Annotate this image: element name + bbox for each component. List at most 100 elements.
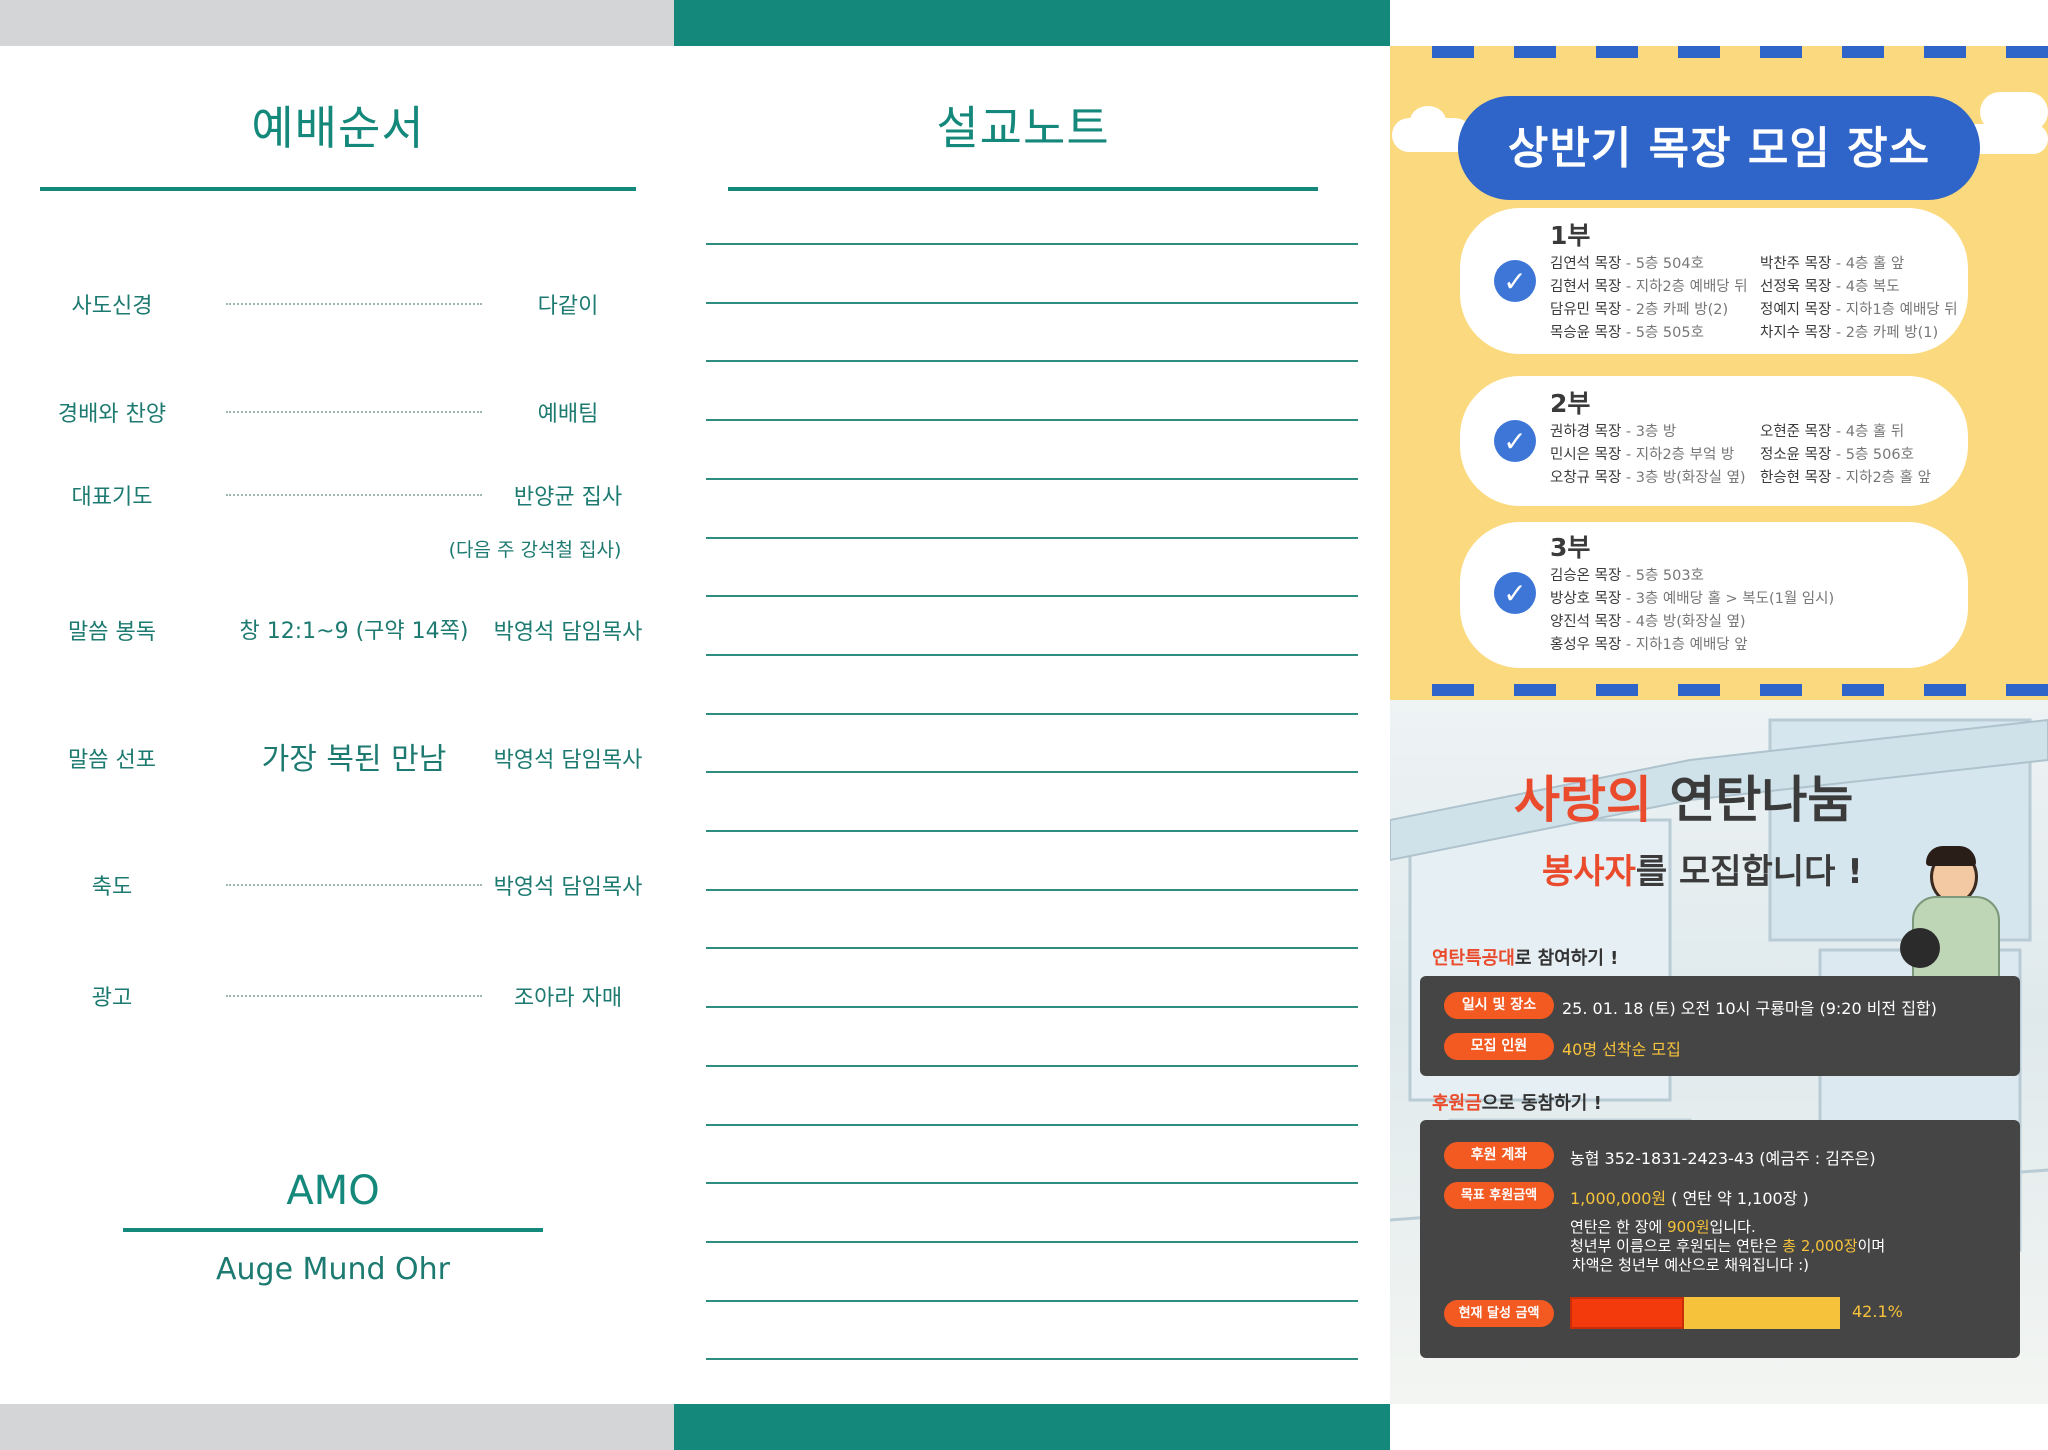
worship-item-person: 반양균 집사	[513, 485, 623, 510]
check-icon: ✓	[1494, 420, 1536, 462]
part-title: 1부	[1550, 221, 1591, 250]
leader-line: 민시은 목장 - 지하2층 부엌 방	[1550, 447, 1735, 463]
leader-line: 정소윤 목장 - 5층 506호	[1760, 447, 1914, 463]
note-line	[706, 477, 1358, 480]
leader-line: 오창규 목장 - 3층 방(화장실 옆)	[1550, 470, 1746, 486]
dotted-leader	[226, 995, 482, 997]
join-heading: 연탄특공대로 참여하기 !	[1432, 948, 1619, 969]
dotted-leader	[226, 494, 482, 496]
leader-line: 정예지 목장 - 지하1층 예배당 뒤	[1760, 302, 1958, 318]
part-leaders-right: 박찬주 목장 - 4층 홀 앞 선정욱 목장 - 4층 복도 정예지 목장 - …	[1760, 252, 1958, 344]
worship-item-label: 대표기도	[71, 485, 153, 510]
note-line	[706, 771, 1358, 774]
worship-title-rule	[40, 187, 636, 191]
notes-title: 설교노트	[936, 101, 1110, 155]
when-value: 25. 01. 18 (토) 오전 10시 구룡마을 (9:20 비전 집합)	[1562, 999, 1937, 1018]
note-line	[706, 1240, 1358, 1243]
account-badge: 후원 계좌	[1444, 1142, 1554, 1169]
note-line	[706, 536, 1358, 539]
dash-segment	[1924, 46, 1966, 58]
progress-badge: 현재 달성 금액	[1444, 1300, 1554, 1327]
leader-line: 권하경 목장 - 3층 방	[1550, 424, 1677, 440]
sermon-title: 가장 복된 만남	[261, 742, 447, 777]
leader-line: 한승현 목장 - 지하2층 홀 앞	[1760, 470, 1931, 486]
leader-line: 오현준 목장 - 4층 홀 뒤	[1760, 424, 1905, 440]
bottom-bar-middle	[674, 1404, 1390, 1450]
scripture-reference: 창 12:1~9 (구약 14쪽)	[239, 619, 469, 644]
when-badge: 일시 및 장소	[1444, 992, 1554, 1019]
count-value: 40명 선착순 모집	[1562, 1040, 1681, 1059]
leader-line: 차지수 목장 - 2층 카페 방(1)	[1760, 325, 1939, 341]
goal-value: 1,000,000원 ( 연탄 약 1,100장 )	[1570, 1189, 1809, 1208]
note-line	[706, 360, 1358, 363]
part-leaders-right: 오현준 목장 - 4층 홀 뒤 정소윤 목장 - 5층 506호 한승현 목장 …	[1760, 420, 1931, 489]
dash-segment	[1760, 684, 1802, 696]
note-line	[706, 653, 1358, 656]
worship-item-person: 박영석 담임목사	[493, 620, 643, 645]
part-leaders-left: 김연석 목장 - 5층 504호 김현서 목장 - 지하2층 예배당 뒤 담유민…	[1550, 252, 1748, 344]
note-line	[706, 712, 1358, 715]
part-leaders-left: 권하경 목장 - 3층 방 민시은 목장 - 지하2층 부엌 방 오창규 목장 …	[1550, 420, 1746, 489]
goal-badge: 목표 후원금액	[1444, 1182, 1554, 1209]
worship-item-person: 박영석 담임목사	[493, 875, 643, 900]
leader-line: 김승온 목장 - 5층 503호	[1550, 568, 1704, 584]
worship-item-label: 사도신경	[71, 294, 153, 319]
amo-rule	[123, 1228, 543, 1232]
note-line	[706, 888, 1358, 891]
amo-subtitle: Auge Mund Ohr	[215, 1252, 451, 1287]
note-line	[706, 1182, 1358, 1185]
progress-percent: 42.1%	[1852, 1302, 1903, 1321]
coal-subtitle: 봉사자를 모집합니다 !	[1542, 852, 1863, 892]
check-icon: ✓	[1494, 572, 1536, 614]
leader-line: 박찬주 목장 - 4층 홀 앞	[1760, 256, 1905, 272]
leader-line: 선정욱 목장 - 4층 복도	[1760, 279, 1900, 295]
note-line	[706, 947, 1358, 950]
donate-heading: 후원금으로 동참하기 !	[1432, 1093, 1602, 1114]
part-leaders-left: 김승온 목장 - 5층 503호 방상호 목장 - 3층 예배당 홀 > 복도(…	[1550, 564, 1834, 656]
note-line	[706, 1006, 1358, 1009]
worship-item-person: 박영석 담임목사	[493, 748, 643, 773]
worship-item-person: 다같이	[537, 294, 599, 319]
note-line	[706, 1123, 1358, 1126]
leader-line: 양진석 목장 - 4층 방(화장실 옆)	[1550, 614, 1746, 630]
worship-item-label: 광고	[91, 986, 133, 1011]
dash-segment	[2006, 46, 2048, 58]
dash-segment	[1596, 684, 1638, 696]
note-line	[706, 301, 1358, 304]
dash-segment	[1924, 684, 1966, 696]
worship-item-note: (다음 주 강석철 집사)	[448, 539, 622, 561]
dash-segment	[1432, 684, 1474, 696]
worship-item-person: 조아라 자매	[513, 986, 623, 1011]
worship-title: 예배순서	[251, 101, 425, 155]
worship-item-label: 경배와 찬양	[57, 402, 167, 427]
gathering-title: 상반기 목장 모임 장소	[1507, 123, 1931, 174]
worship-item-label: 말씀 선포	[68, 748, 156, 773]
coal-title: 사랑의 연탄나눔	[1514, 771, 1854, 829]
dash-segment	[1596, 46, 1638, 58]
note-line	[706, 1299, 1358, 1302]
dash-segment	[1432, 46, 1474, 58]
dash-segment	[1760, 46, 1802, 58]
account-value: 농협 352-1831-2423-43 (예금주 : 김주은)	[1570, 1149, 1876, 1168]
bottom-bar-left	[0, 1404, 674, 1450]
dash-segment	[1514, 684, 1556, 696]
join-info-box	[1420, 976, 2020, 1076]
note-line	[706, 830, 1358, 832]
cloud-left-top	[1410, 106, 1446, 136]
worship-item-person: 예배팀	[537, 402, 599, 427]
progress-track	[1570, 1297, 1840, 1329]
leader-line: 김현서 목장 - 지하2층 예배당 뒤	[1550, 279, 1748, 295]
dash-segment	[1678, 46, 1720, 58]
part-title: 2부	[1550, 389, 1591, 418]
leader-line: 김연석 목장 - 5층 504호	[1550, 256, 1704, 272]
dash-segment	[2006, 684, 2048, 696]
dotted-leader	[226, 884, 482, 886]
part-title: 3부	[1550, 533, 1591, 562]
worship-item-label: 말씀 봉독	[68, 620, 156, 645]
top-bar-middle	[674, 0, 1390, 46]
note-line	[706, 595, 1358, 598]
leader-line: 담유민 목장 - 2층 카페 방(2)	[1550, 302, 1729, 318]
amo-title: AMO	[286, 1168, 380, 1214]
notes-title-rule	[728, 187, 1318, 191]
leader-line: 홍성우 목장 - 지하1층 예배당 앞	[1550, 637, 1748, 653]
